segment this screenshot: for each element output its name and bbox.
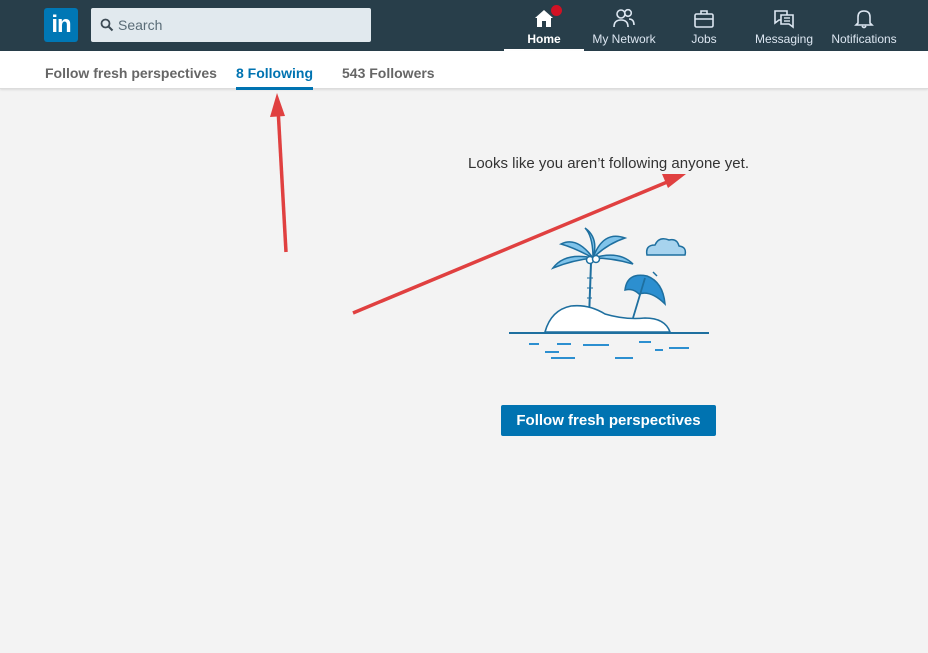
- search-box[interactable]: Search: [91, 8, 371, 42]
- linkedin-logo[interactable]: in: [44, 8, 78, 42]
- notification-badge: [550, 4, 563, 17]
- nav-label-notifications: Notifications: [831, 32, 897, 46]
- tab-follow-fresh-perspectives[interactable]: Follow fresh perspectives: [45, 65, 217, 81]
- nav-item-home[interactable]: Home: [504, 0, 584, 51]
- chat-icon: [774, 10, 794, 29]
- nav-label-home: Home: [527, 32, 561, 46]
- island-illustration: [509, 227, 709, 359]
- tab-following[interactable]: 8 Following: [236, 65, 313, 90]
- nav-item-notifications[interactable]: Notifications: [826, 0, 902, 51]
- annotation-arrow-tab: [270, 93, 288, 253]
- empty-state-message: Looks like you aren’t following anyone y…: [467, 155, 749, 172]
- top-navigation-bar: in Search Home My Network Jobs Messaging…: [0, 0, 928, 51]
- nav-label-jobs: Jobs: [691, 32, 717, 46]
- search-placeholder: Search: [118, 17, 163, 33]
- annotation-arrows: [270, 93, 686, 315]
- nav-label-my-network: My Network: [592, 32, 656, 46]
- people-icon: [613, 8, 635, 28]
- tab-following-label: 8 Following: [236, 65, 313, 81]
- nav-item-jobs[interactable]: Jobs: [678, 0, 730, 51]
- sub-tab-bar: Follow fresh perspectives 8 Following 54…: [0, 51, 928, 90]
- nav-label-messaging: Messaging: [754, 32, 814, 46]
- bell-icon: [854, 10, 874, 29]
- active-tab-indicator: [236, 87, 313, 90]
- follow-fresh-perspectives-button[interactable]: Follow fresh perspectives: [501, 405, 716, 436]
- nav-item-my-network[interactable]: My Network: [587, 0, 661, 51]
- briefcase-icon: [694, 10, 714, 28]
- tab-followers[interactable]: 543 Followers: [342, 65, 435, 81]
- nav-item-messaging[interactable]: Messaging: [750, 0, 818, 51]
- search-icon: [100, 18, 114, 32]
